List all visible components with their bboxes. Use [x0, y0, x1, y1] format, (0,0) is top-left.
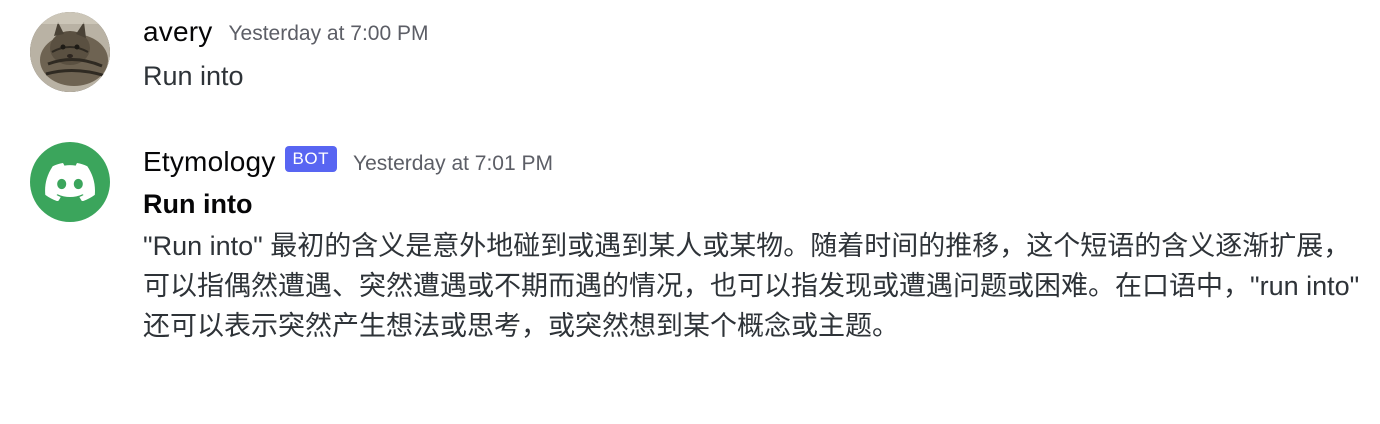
- username[interactable]: Etymology: [143, 146, 276, 178]
- embed-title: Run into: [143, 189, 253, 219]
- message-content: Run into: [143, 61, 244, 91]
- message-header: avery Yesterday at 7:00 PM: [143, 14, 428, 50]
- discord-logo-icon: [45, 163, 95, 201]
- message-header: Etymology BOT Yesterday at 7:01 PM: [143, 144, 553, 180]
- bot-badge: BOT: [284, 146, 337, 172]
- cat-photo-icon: [30, 12, 110, 92]
- embed-body: "Run into" 最初的含义是意外地碰到或遇到某人或某物。随着时间的推移，这…: [143, 231, 1360, 341]
- bot-avatar[interactable]: [30, 142, 110, 222]
- username[interactable]: avery: [143, 16, 212, 48]
- timestamp[interactable]: Yesterday at 7:00 PM: [228, 22, 428, 46]
- message-avery: avery Yesterday at 7:00 PM Run into: [0, 0, 1380, 100]
- user-avatar[interactable]: [30, 12, 110, 92]
- timestamp[interactable]: Yesterday at 7:01 PM: [353, 152, 553, 176]
- message-etymology: Etymology BOT Yesterday at 7:01 PM Run i…: [0, 120, 1380, 410]
